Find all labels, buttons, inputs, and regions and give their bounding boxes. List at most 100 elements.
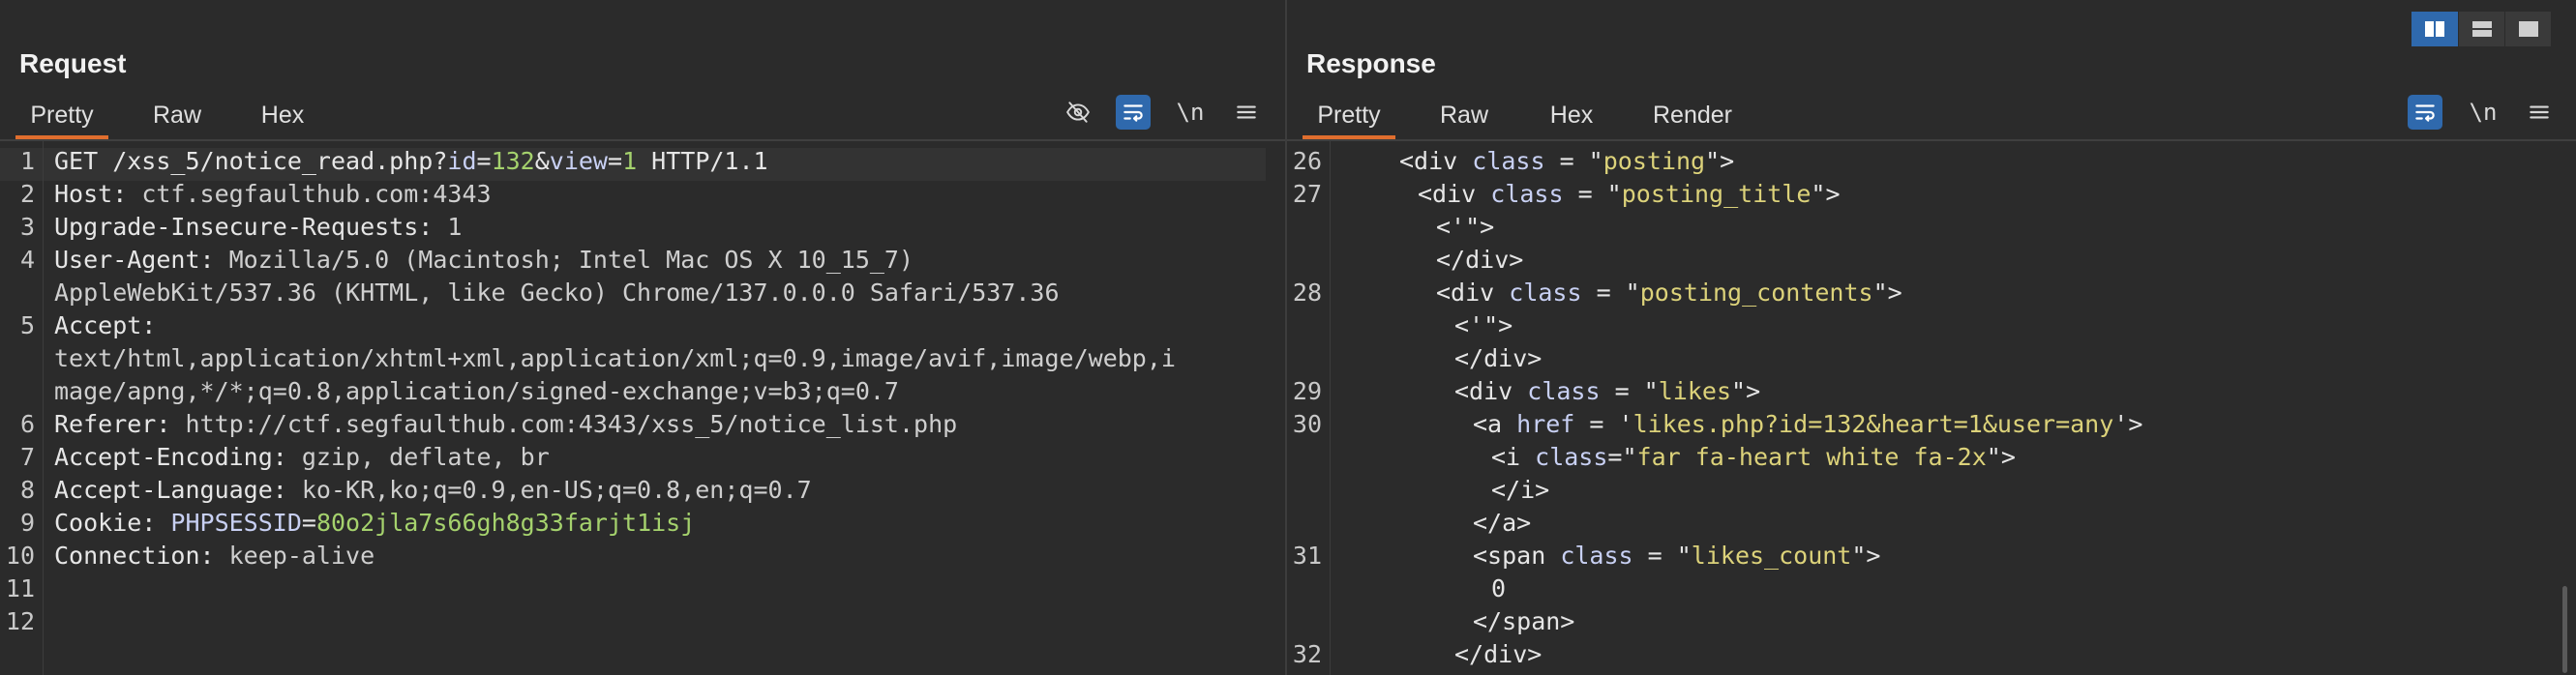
code-token: <'">	[1454, 311, 1513, 339]
code-token: ">	[1705, 147, 1735, 175]
code-token: </span>	[1473, 607, 1575, 635]
code-token: class	[1509, 279, 1582, 307]
response-tab-render[interactable]: Render	[1645, 93, 1740, 139]
line-number: 7	[19, 443, 35, 471]
response-gutter	[1287, 141, 1331, 675]
code-line: <'">	[1454, 311, 1513, 339]
code-token: likes	[1658, 377, 1732, 405]
code-line: </div>	[1436, 246, 1523, 274]
code-line: GET /xss_5/notice_read.php?id=132&view=1…	[54, 147, 768, 175]
code-token: <a	[1473, 410, 1517, 438]
line-number: 29	[1292, 377, 1322, 405]
code-token: Host:	[54, 180, 142, 208]
layout-stacked-icon[interactable]	[2458, 12, 2504, 46]
line-number: 30	[1292, 410, 1322, 438]
code-line: Cookie: PHPSESSID=80o2jla7s66gh8g33farjt…	[54, 509, 695, 537]
code-token: =	[476, 147, 492, 175]
code-line: <div class = "posting_title">	[1418, 180, 1841, 208]
code-line: Host: ctf.segfaulthub.com:4343	[54, 180, 492, 208]
line-number: 32	[1292, 640, 1322, 668]
code-line: Connection: keep-alive	[54, 542, 374, 570]
code-token: class	[1527, 377, 1601, 405]
code-token: Referer:	[54, 410, 186, 438]
code-token: Accept-Encoding:	[54, 443, 302, 471]
code-token: <span	[1473, 542, 1561, 570]
code-line: <span class = "likes_count">	[1473, 542, 1880, 570]
code-token: 80o2jla7s66gh8g33farjt1isj	[315, 509, 696, 537]
code-token: Cookie:	[54, 509, 171, 537]
response-scrollbar[interactable]	[2562, 586, 2567, 673]
code-token: <div	[1436, 279, 1510, 307]
request-tab-hex[interactable]: Hex	[254, 93, 312, 139]
line-number: 12	[5, 607, 35, 635]
code-token: <i	[1491, 443, 1536, 471]
code-token: </i>	[1491, 476, 1550, 504]
code-token: = "	[1632, 542, 1692, 570]
request-tab-pretty[interactable]: Pretty	[15, 93, 108, 139]
code-line: AppleWebKit/537.36 (KHTML, like Gecko) C…	[54, 279, 1060, 307]
line-number: 3	[19, 213, 35, 241]
response-tab-raw[interactable]: Raw	[1432, 93, 1496, 139]
code-token: ">	[1872, 279, 1902, 307]
code-token: mage/apng,*/*;q=0.8,application/signed-e…	[54, 377, 899, 405]
code-token: likes_count	[1691, 542, 1852, 570]
code-token: = '	[1574, 410, 1633, 438]
code-line: Accept:	[54, 311, 156, 339]
code-token: GET /xss_5/notice_read.php?	[54, 147, 448, 175]
code-line: User-Agent: Mozilla/5.0 (Macintosh; Inte…	[54, 246, 914, 274]
code-token: class	[1535, 443, 1608, 471]
response-title: Response	[1306, 48, 1436, 78]
request-editor[interactable]: 1 2 3 4 5 6 7 8 9 10 11 12 GET /xss_5/notice_read.p…	[0, 141, 1285, 675]
code-token: keep-alive	[228, 542, 375, 570]
code-token: = "	[1581, 279, 1640, 307]
response-tab-pretty[interactable]: Pretty	[1303, 93, 1395, 139]
code-token: = "	[1563, 180, 1622, 208]
line-number: 1	[19, 147, 35, 175]
line-number: 31	[1292, 542, 1322, 570]
layout-switcher	[2411, 12, 2551, 46]
code-token: Accept:	[54, 311, 157, 339]
code-token: ">	[1731, 377, 1761, 405]
line-number: 5	[19, 311, 35, 339]
menu-icon[interactable]	[1229, 95, 1264, 130]
response-tab-hex[interactable]: Hex	[1543, 93, 1601, 139]
code-line: </a>	[1473, 509, 1531, 537]
newline-toggle[interactable]: \n	[1173, 95, 1208, 130]
line-number: 8	[19, 476, 35, 504]
response-pane: Response Pretty Raw Hex Render \n 26 27 28…	[1287, 0, 2576, 675]
code-line: Upgrade-Insecure-Requests: 1	[54, 213, 462, 241]
request-tab-raw[interactable]: Raw	[145, 93, 209, 139]
code-token: AppleWebKit/537.36 (KHTML, like Gecko) C…	[54, 279, 1060, 307]
menu-icon[interactable]	[2522, 95, 2557, 130]
code-line: <i class="far fa-heart white fa-2x">	[1491, 443, 2016, 471]
code-token: '>	[2113, 410, 2143, 438]
code-token: Connection:	[54, 542, 229, 570]
code-token: <'">	[1436, 213, 1495, 241]
wrap-lines-icon[interactable]	[1116, 95, 1151, 130]
code-token: id	[447, 147, 477, 175]
layout-single-icon[interactable]	[2504, 12, 2551, 46]
code-token: PHPSESSID	[170, 509, 302, 537]
code-token: http://ctf.segfaulthub.com:4343/xss_5/no…	[185, 410, 958, 438]
code-token: <div	[1418, 180, 1491, 208]
code-token: </a>	[1473, 509, 1532, 537]
code-line: </div>	[1454, 640, 1542, 668]
code-token: posting_contents	[1639, 279, 1873, 307]
code-line: text/html,application/xhtml+xml,applicat…	[54, 344, 1176, 372]
newline-toggle[interactable]: \n	[2466, 95, 2501, 130]
code-line: <div class = "posting_contents">	[1436, 279, 1902, 307]
code-token: HTTP/1.1	[637, 147, 768, 175]
code-line: Accept-Language: ko-KR,ko;q=0.9,en-US;q=…	[54, 476, 812, 504]
layout-side-by-side-icon[interactable]	[2411, 12, 2458, 46]
code-token: </div>	[1454, 640, 1543, 668]
code-token: ">	[1851, 542, 1881, 570]
code-line: </div>	[1454, 344, 1542, 372]
code-token: Accept-Language:	[54, 476, 302, 504]
code-line: </span>	[1473, 607, 1574, 635]
code-token: gzip, deflate, br	[301, 443, 550, 471]
code-token: ="	[1607, 443, 1637, 471]
wrap-lines-icon[interactable]	[2408, 95, 2442, 130]
hide-icon[interactable]	[1061, 95, 1095, 130]
response-editor[interactable]: 26 27 28 29 30 31 32 <div class = "posting"> <d…	[1287, 141, 2576, 675]
code-line: </i>	[1491, 476, 1549, 504]
